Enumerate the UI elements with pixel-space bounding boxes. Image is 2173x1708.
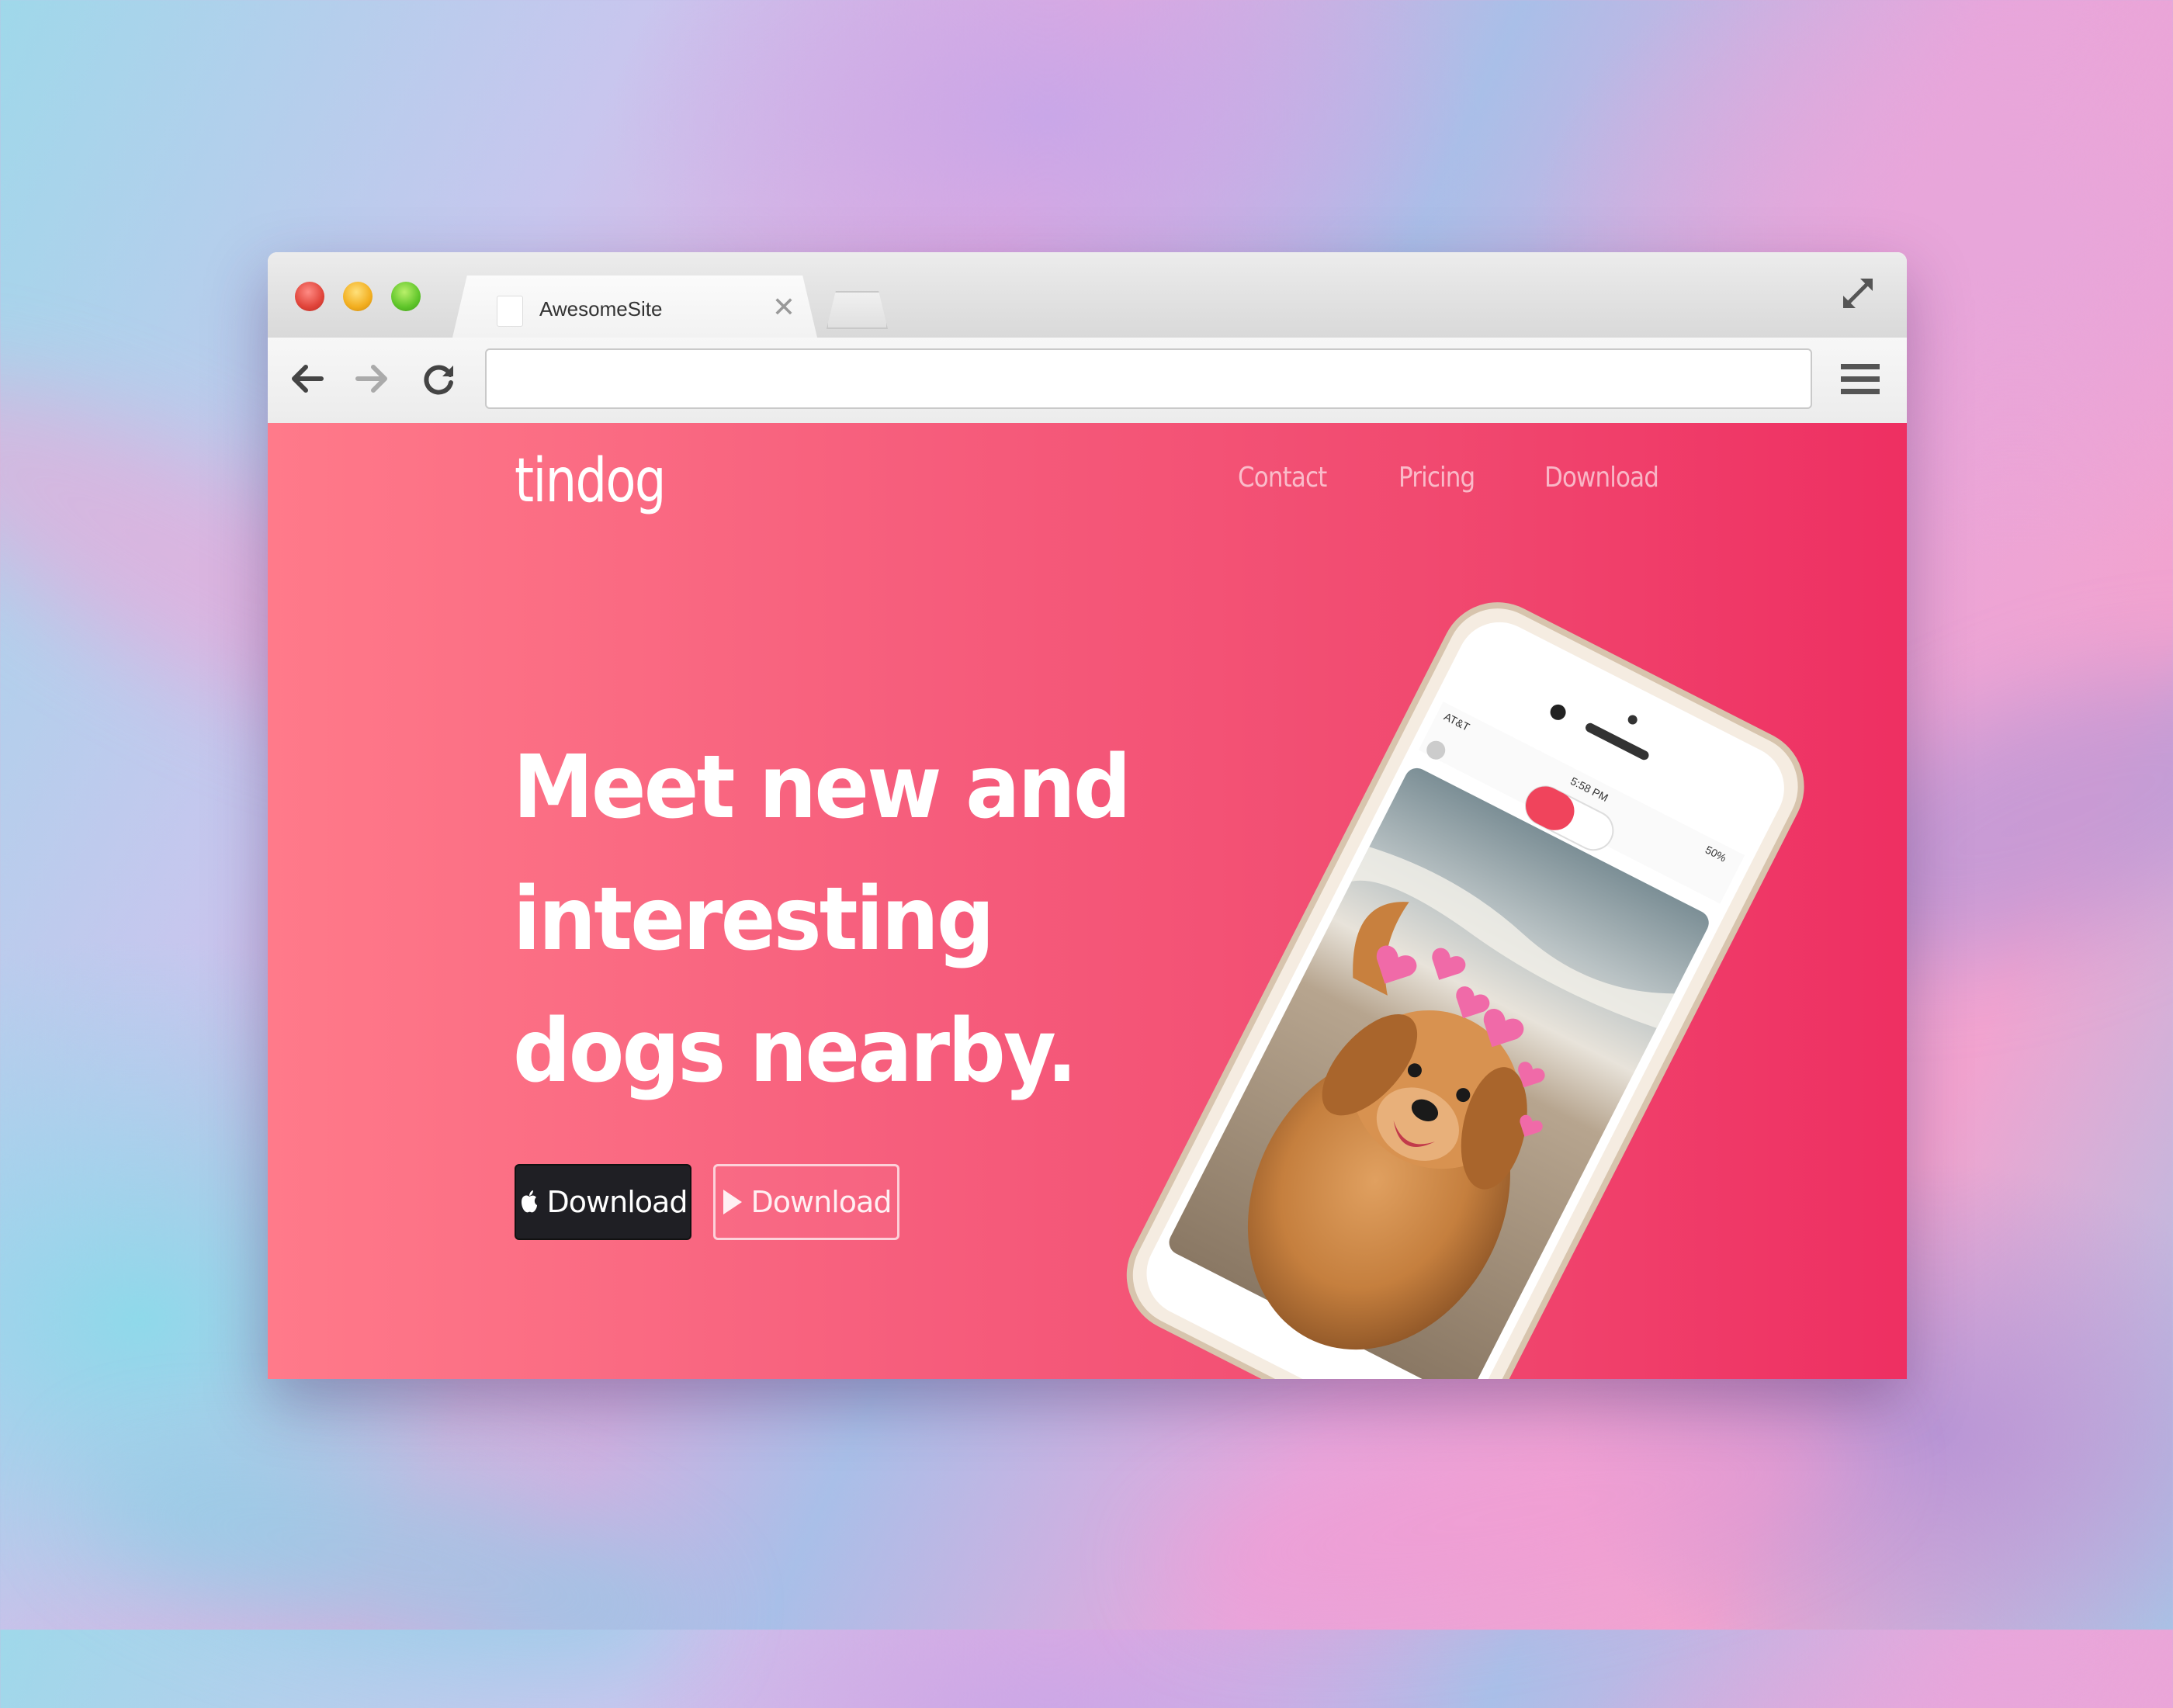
menu-icon[interactable]: [1841, 362, 1880, 397]
hero-headline: Meet new and interesting dogs nearby.: [513, 722, 1134, 1117]
page-icon: [497, 296, 523, 327]
address-bar[interactable]: [485, 348, 1812, 409]
headline-line: Meet new and: [513, 737, 1132, 838]
phone-illustration: AT&T 5:58 PM 50%: [1126, 602, 1804, 1379]
google-play-download-button[interactable]: Download: [713, 1164, 899, 1240]
nav-download[interactable]: Download: [1544, 462, 1659, 494]
back-arrow-icon[interactable]: [287, 359, 326, 398]
headline-line: interesting: [513, 869, 995, 970]
brand-logo[interactable]: tindog: [515, 446, 667, 516]
site-nav: Contact Pricing Download: [1238, 462, 1677, 494]
new-tab-button[interactable]: [827, 291, 888, 329]
google-download-label: Download: [750, 1185, 892, 1219]
hero-section: tindog Contact Pricing Download Meet new…: [268, 423, 1907, 1379]
browser-window: AwesomeSite ✕ tindog Contact Pricing Dow…: [268, 252, 1907, 1379]
apple-download-label: Download: [546, 1185, 688, 1219]
close-tab-icon[interactable]: ✕: [772, 291, 795, 324]
minimize-window-button[interactable]: [343, 282, 373, 311]
nav-contact[interactable]: Contact: [1238, 462, 1327, 494]
headline-line: dogs nearby.: [513, 1001, 1077, 1102]
close-window-button[interactable]: [295, 282, 324, 311]
forward-arrow-icon[interactable]: [353, 359, 392, 398]
apple-download-button[interactable]: Download: [515, 1164, 691, 1240]
browser-tab[interactable]: AwesomeSite ✕: [452, 275, 817, 338]
tab-title: AwesomeSite: [539, 297, 663, 320]
browser-toolbar: [268, 338, 1907, 424]
phone-mockup: AT&T 5:58 PM 50%: [1121, 586, 1820, 1379]
title-bar: AwesomeSite ✕: [268, 252, 1907, 338]
nav-pricing[interactable]: Pricing: [1398, 462, 1475, 494]
play-store-icon: [723, 1190, 742, 1214]
fullscreen-icon[interactable]: [1839, 274, 1877, 313]
reload-icon[interactable]: [419, 359, 458, 398]
zoom-window-button[interactable]: [391, 282, 421, 311]
apple-icon: [521, 1190, 537, 1213]
